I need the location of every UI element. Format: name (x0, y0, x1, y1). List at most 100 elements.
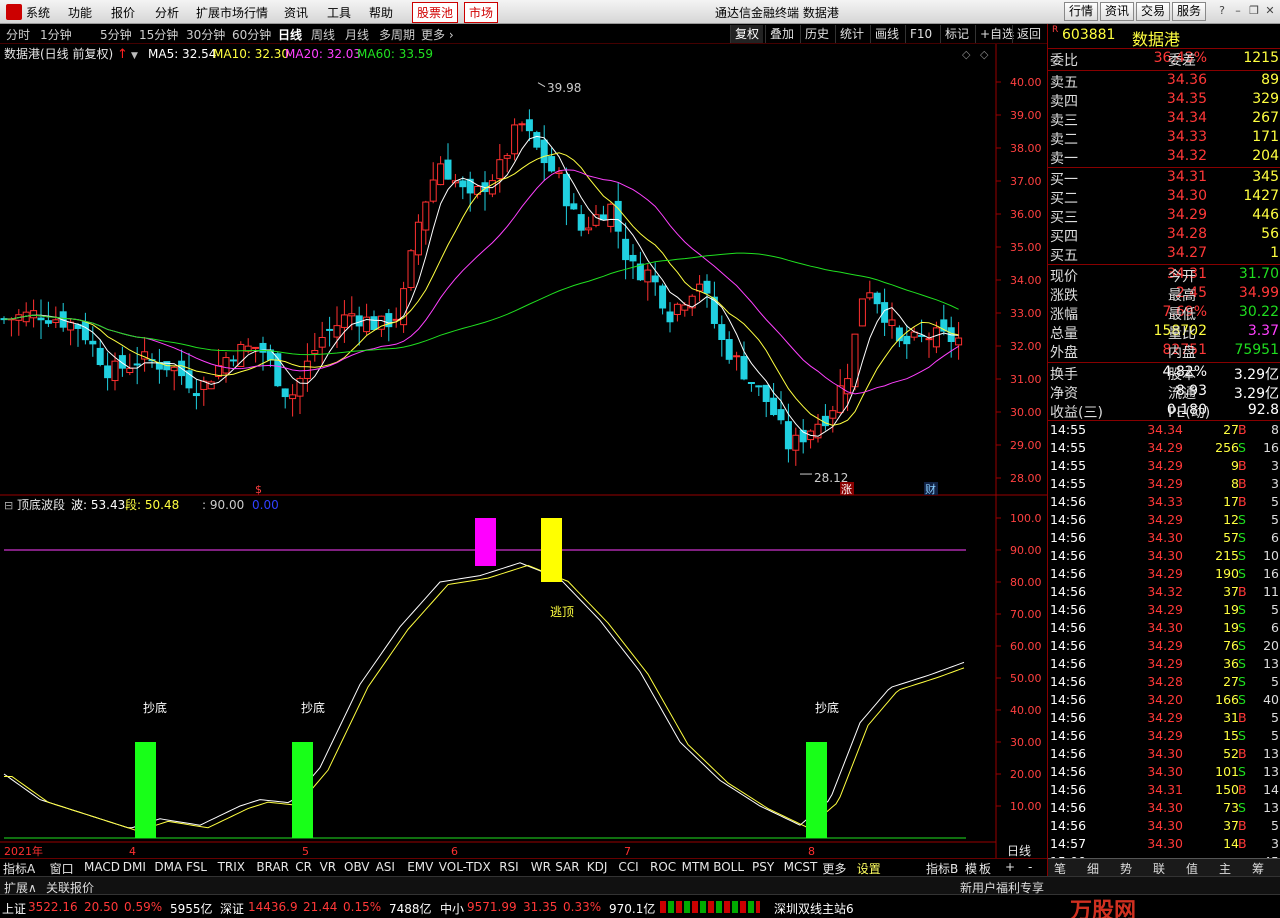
bottom-signal-bar-1[interactable] (135, 742, 156, 838)
market-button[interactable]: 市场 (464, 2, 499, 23)
indicator-tab-21[interactable]: BOLL (713, 860, 744, 874)
template-tab-2[interactable]: 板 (979, 860, 991, 877)
tool-mark[interactable]: 标记 (940, 25, 973, 43)
period-more[interactable]: 更多 › (421, 26, 454, 43)
menu-tools[interactable]: 工具 (327, 4, 351, 21)
candle-body[interactable] (747, 382, 755, 385)
indicator-tab-17[interactable]: KDJ (587, 860, 608, 874)
right-tab-2[interactable]: 势 (1120, 860, 1132, 877)
sz-index-label[interactable]: 深证 (220, 900, 244, 917)
candle-body[interactable] (192, 393, 200, 397)
indicator-tab-15[interactable]: WR (531, 860, 551, 874)
candle-body[interactable] (281, 388, 289, 398)
tick-row[interactable]: 14:56 34.30 73 S 13 (1048, 800, 1280, 818)
candle-body[interactable] (570, 203, 578, 210)
tick-row[interactable]: 14:56 34.30 215 S 10 (1048, 548, 1280, 566)
candle-body[interactable] (858, 298, 866, 327)
candle-body[interactable] (614, 200, 622, 232)
candle-body[interactable] (955, 337, 963, 346)
candle-body[interactable] (577, 214, 585, 231)
candle-body[interactable] (459, 180, 467, 188)
candle-body[interactable] (318, 337, 326, 348)
candle-body[interactable] (133, 363, 141, 366)
quote-fund-row[interactable]: 净资 8.93 流通 3.29亿 (1048, 383, 1280, 402)
candle-body[interactable] (252, 346, 260, 349)
quote-fund-row[interactable]: 收益(三) 0.180 PE(动) 92.8 (1048, 402, 1280, 421)
candle-body[interactable] (651, 275, 659, 283)
menu-quote[interactable]: 报价 (111, 4, 135, 21)
bid-row[interactable]: 买五 34.27 1 (1048, 245, 1280, 264)
period-30min[interactable]: 30分钟 (186, 26, 225, 43)
ask-row[interactable]: 卖四 34.35 329 (1048, 91, 1280, 110)
tick-row[interactable]: 14:56 34.33 17 B 5 (1048, 494, 1280, 512)
candle-body[interactable] (518, 123, 526, 126)
dividend-marker[interactable]: $ (255, 483, 262, 496)
close-icon[interactable]: ✕ (1262, 3, 1278, 19)
tool-overlay[interactable]: 叠加 (765, 25, 798, 43)
quote-stat-row[interactable]: 涨幅 7.69% 最低 30.22 (1048, 304, 1280, 323)
candle-body[interactable] (770, 397, 778, 416)
candle-body[interactable] (437, 163, 445, 186)
candle-body[interactable] (237, 343, 245, 367)
tool-adjust[interactable]: 复权 (730, 25, 764, 43)
server-station[interactable]: 深圳双线主站6 (774, 900, 854, 917)
trade-button[interactable]: 交易 (1136, 2, 1170, 21)
bid-row[interactable]: 买二 34.30 1427 (1048, 188, 1280, 207)
bid-row[interactable]: 买四 34.28 56 (1048, 226, 1280, 245)
tool-stats[interactable]: 统计 (835, 25, 868, 43)
candle-body[interactable] (925, 338, 933, 341)
legend-dropdown-icon[interactable]: ▼ (131, 51, 138, 61)
tick-row[interactable]: 14:55 34.34 27 B 8 (1048, 422, 1280, 440)
candle-body[interactable] (762, 384, 770, 403)
quote-stat-row[interactable]: 外盘 82751 内盘 75951 (1048, 342, 1280, 361)
tick-row[interactable]: 14:56 34.30 37 B 5 (1048, 818, 1280, 836)
indicator-tab-22[interactable]: PSY (752, 860, 774, 874)
candle-body[interactable] (629, 254, 637, 262)
tool-back[interactable]: 返回 (1012, 25, 1045, 43)
indicator-tab-0[interactable]: 指标A (3, 860, 35, 877)
right-tab-0[interactable]: 笔 (1054, 860, 1066, 877)
period-tick[interactable]: 分时 (6, 26, 30, 43)
menu-news[interactable]: 资讯 (284, 4, 308, 21)
candle-body[interactable] (644, 269, 652, 283)
candle-body[interactable] (740, 356, 748, 380)
chart-diamond-icon[interactable]: ◇ (962, 48, 971, 61)
indicator-tab-23[interactable]: MCST (784, 860, 818, 874)
period-multi[interactable]: 多周期 (379, 26, 415, 43)
tick-row[interactable]: 14:55 34.29 9 B 3 (1048, 458, 1280, 476)
ask-row[interactable]: 卖三 34.34 267 (1048, 110, 1280, 129)
indicator-tab-16[interactable]: SAR (555, 860, 579, 874)
tool-history[interactable]: 历史 (800, 25, 833, 43)
chart-expand-icon[interactable]: ◇ (980, 48, 989, 61)
candle-body[interactable] (622, 238, 630, 261)
candle-body[interactable] (444, 159, 452, 180)
candle-body[interactable] (540, 139, 548, 164)
candle-body[interactable] (673, 303, 681, 315)
ask-row[interactable]: 卖一 34.32 204 (1048, 148, 1280, 167)
candle-body[interactable] (96, 347, 104, 366)
finance-marker[interactable]: 财 (925, 482, 936, 496)
period-60min[interactable]: 60分钟 (232, 26, 271, 43)
minimize-icon[interactable]: – (1230, 3, 1246, 19)
tick-row[interactable]: 14:56 34.29 76 S 20 (1048, 638, 1280, 656)
menu-function[interactable]: 功能 (68, 4, 92, 21)
candle-body[interactable] (592, 214, 600, 226)
ask-row[interactable]: 卖五 34.36 89 (1048, 72, 1280, 91)
candle-body[interactable] (659, 285, 667, 309)
menu-help[interactable]: 帮助 (369, 4, 393, 21)
candle-body[interactable] (370, 316, 378, 330)
candle-body[interactable] (829, 410, 837, 419)
candle-body[interactable] (348, 313, 356, 317)
indicator-tab-6[interactable]: TRIX (218, 860, 245, 874)
candle-body[interactable] (881, 302, 889, 323)
candle-body[interactable] (496, 159, 504, 180)
period-weekly[interactable]: 周线 (311, 26, 335, 43)
quote-fund-row[interactable]: 换手 4.82% 股本 3.29亿 (1048, 364, 1280, 383)
tick-row[interactable]: 14:55 34.29 256 S 16 (1048, 440, 1280, 458)
help-icon[interactable]: ? (1214, 3, 1230, 19)
candle-body[interactable] (311, 350, 319, 354)
candle-body[interactable] (888, 319, 896, 327)
candle-body[interactable] (81, 321, 89, 341)
quote-stat-row[interactable]: 总量 158702 量比 3.37 (1048, 323, 1280, 342)
indicator-tab-25[interactable]: 设置 (857, 860, 881, 877)
